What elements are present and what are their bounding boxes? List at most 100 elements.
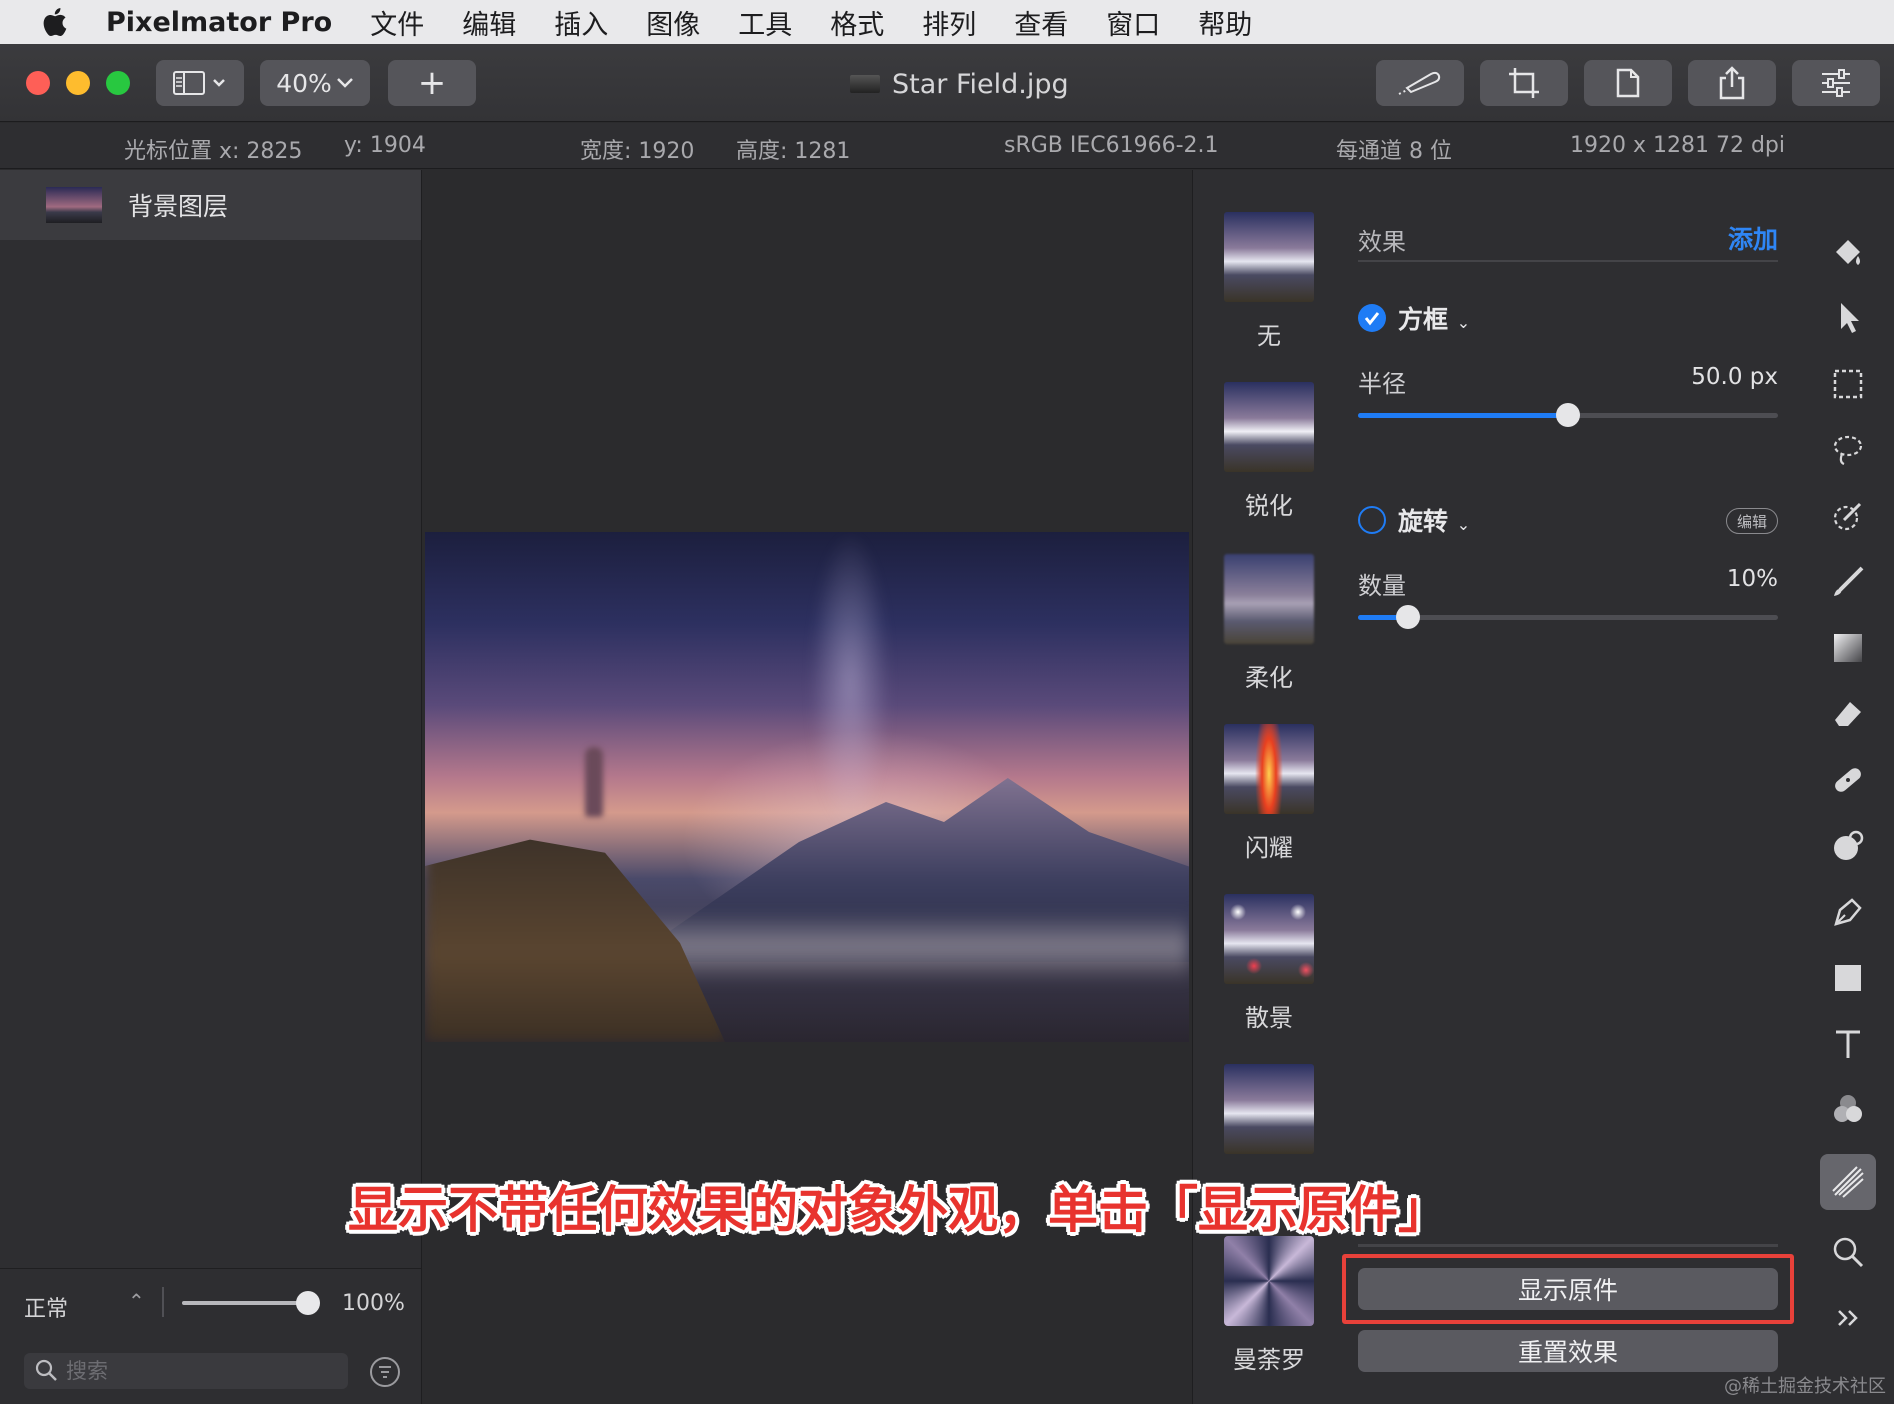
up-down-chevron-icon[interactable]: ⌃ [128, 1289, 145, 1313]
lasso-select-icon[interactable] [1820, 422, 1876, 478]
gradient-icon[interactable] [1820, 620, 1876, 676]
menu-image[interactable]: 图像 [646, 3, 700, 42]
zoom-menu-button[interactable]: 40% [260, 60, 370, 106]
image-dimensions: 1920 x 1281 72 dpi [1570, 133, 1786, 158]
share-icon [1719, 66, 1745, 100]
rotate-title[interactable]: 旋转 ⌄ [1398, 502, 1470, 538]
amount-slider[interactable] [1358, 605, 1778, 629]
more-icon[interactable] [1820, 1290, 1876, 1346]
menu-arrange[interactable]: 排列 [922, 3, 976, 42]
apple-menu-icon[interactable] [26, 0, 82, 44]
box-blur-enabled-checkbox[interactable] [1358, 304, 1386, 332]
menu-tools[interactable]: 工具 [738, 3, 792, 42]
chevron-down-icon: ⌄ [1456, 515, 1471, 534]
add-effect-button[interactable]: 添加 [1728, 220, 1778, 256]
eraser-icon[interactable] [1820, 686, 1876, 742]
glow-effect-thumb [1224, 724, 1314, 814]
filter-button[interactable] [370, 1357, 400, 1387]
plus-icon: + [417, 63, 447, 103]
mandala-effect-thumb [1224, 1236, 1314, 1326]
show-original-button[interactable]: 显示原件 [1358, 1268, 1778, 1310]
amount-label: 数量 [1358, 572, 1406, 600]
layer-thumbnail [46, 187, 102, 223]
image-width: 宽度: 1920 [580, 139, 695, 164]
share-button[interactable] [1688, 60, 1776, 106]
tools-sidebar-button[interactable] [1792, 60, 1880, 106]
checkmark-icon [1364, 312, 1380, 326]
clone-icon[interactable] [1820, 818, 1876, 874]
marquee-select-icon[interactable] [1820, 356, 1876, 412]
image-height: 高度: 1281 [736, 139, 851, 164]
brush-stroke-icon [1398, 71, 1441, 95]
app-name-menu[interactable]: Pixelmator Pro [106, 7, 332, 38]
opacity-value: 100% [342, 1291, 405, 1316]
add-button[interactable]: + [388, 60, 476, 106]
blurred-star-field-image[interactable] [425, 532, 1189, 1042]
menu-bar: Pixelmator Pro 文件 编辑 插入 图像 工具 格式 排列 查看 窗… [0, 0, 1894, 44]
document-title: Star Field.jpg [850, 66, 1069, 102]
crop-icon [1509, 68, 1539, 98]
menu-format[interactable]: 格式 [830, 3, 884, 42]
search-input[interactable] [66, 1359, 326, 1383]
radius-label: 半径 [1358, 370, 1406, 398]
format-button[interactable] [1584, 60, 1672, 106]
opacity-slider[interactable] [182, 1301, 308, 1305]
effect-thumb [1224, 1064, 1314, 1154]
menu-insert[interactable]: 插入 [554, 3, 608, 42]
minimize-window-button[interactable] [66, 71, 90, 95]
soften-effect-thumb [1224, 554, 1314, 644]
menu-view[interactable]: 查看 [1014, 3, 1068, 42]
radius-slider[interactable] [1358, 403, 1778, 427]
sidebar-icon [173, 71, 225, 95]
search-icon [35, 1359, 57, 1381]
chevron-down-icon: ⌄ [1456, 313, 1471, 332]
quick-select-icon[interactable] [1820, 488, 1876, 544]
layers-footer: 正常 ⌃ 100% [0, 1268, 421, 1404]
layer-search-field[interactable] [24, 1353, 348, 1389]
bit-depth: 每通道 8 位 [1336, 139, 1452, 164]
amount-value[interactable]: 10% [1618, 566, 1778, 592]
layer-row[interactable]: 背景图层 [0, 170, 421, 240]
menu-file[interactable]: 文件 [370, 3, 424, 42]
sidebar-toggle-button[interactable] [156, 60, 244, 106]
zoom-window-button[interactable] [106, 71, 130, 95]
menu-help[interactable]: 帮助 [1198, 3, 1252, 42]
info-bar: 光标位置 x: 2825 y: 1904 宽度: 1920 高度: 1281 s… [0, 123, 1894, 169]
window-toolbar: 40% + Star Field.jpg [0, 44, 1894, 122]
box-blur-title[interactable]: 方框 ⌄ [1398, 300, 1470, 336]
zoom-icon[interactable] [1820, 1224, 1876, 1280]
crop-button[interactable] [1480, 60, 1568, 106]
document-title-text: Star Field.jpg [892, 68, 1069, 100]
pen-icon[interactable] [1820, 884, 1876, 940]
filter-icon [379, 1366, 391, 1378]
paint-brush-icon[interactable] [1820, 554, 1876, 610]
none-effect-thumb [1224, 212, 1314, 302]
bandage-repair-icon[interactable] [1820, 752, 1876, 808]
menu-edit[interactable]: 编辑 [462, 3, 516, 42]
opacity-slider-knob[interactable] [296, 1291, 320, 1315]
menu-window[interactable]: 窗口 [1106, 3, 1160, 42]
close-window-button[interactable] [26, 71, 50, 95]
divider [162, 1287, 164, 1317]
effects-title: 效果 [1358, 228, 1406, 256]
color-adjust-icon[interactable] [1820, 1082, 1876, 1138]
blend-mode-select[interactable]: 正常 [24, 1291, 68, 1323]
radius-value[interactable]: 50.0 px [1618, 364, 1778, 390]
effects-icon[interactable] [1820, 1154, 1876, 1210]
shape-icon[interactable] [1820, 950, 1876, 1006]
amount-slider-knob[interactable] [1396, 605, 1421, 629]
type-icon[interactable] [1820, 1016, 1876, 1072]
paint-bucket-icon[interactable] [1820, 224, 1876, 280]
paint-style-button[interactable] [1376, 60, 1464, 106]
sliders-icon [1822, 69, 1850, 97]
bokeh-effect-thumb [1224, 894, 1314, 984]
sharpen-effect-thumb [1224, 382, 1314, 472]
reset-effects-button[interactable]: 重置效果 [1358, 1330, 1778, 1372]
color-profile: sRGB IEC61966-2.1 [1004, 133, 1219, 158]
arrow-pointer-icon[interactable] [1820, 290, 1876, 346]
edit-button[interactable]: 编辑 [1726, 508, 1778, 534]
rotate-enabled-checkbox[interactable] [1358, 506, 1386, 534]
tools-bar [1798, 170, 1894, 1404]
watermark: @稀土掘金技术社区 [1724, 1376, 1886, 1397]
radius-slider-knob[interactable] [1556, 403, 1580, 427]
